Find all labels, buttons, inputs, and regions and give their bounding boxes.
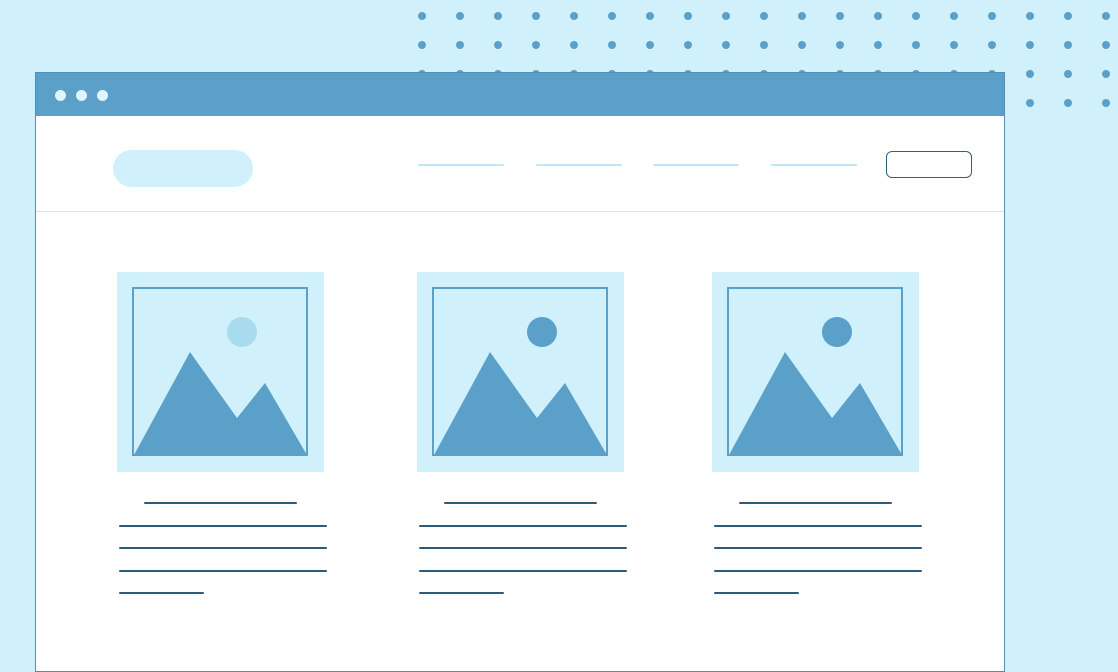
card-title[interactable]: [144, 502, 297, 504]
card-text-line: [119, 547, 327, 549]
card-text-line: [714, 592, 799, 594]
image-placeholder-icon: [417, 272, 624, 472]
card-text-line: [419, 592, 504, 594]
nav-link-1[interactable]: [418, 164, 504, 166]
nav-link-4[interactable]: [771, 164, 857, 166]
window-titlebar: [36, 73, 1004, 116]
header-action-button[interactable]: [886, 151, 972, 178]
window-close-button[interactable]: [55, 90, 66, 101]
image-placeholder-icon: [117, 272, 324, 472]
card-text-line: [119, 570, 327, 572]
card-text-line: [419, 525, 627, 527]
image-placeholder-icon: [712, 272, 919, 472]
card-text-line: [419, 547, 627, 549]
logo-placeholder[interactable]: [113, 150, 253, 187]
card-text-line: [119, 592, 204, 594]
card-title[interactable]: [444, 502, 597, 504]
window-maximize-button[interactable]: [97, 90, 108, 101]
card-text-line: [714, 547, 922, 549]
browser-window: [35, 72, 1005, 672]
nav-link-3[interactable]: [653, 164, 739, 166]
card-text-line: [714, 570, 922, 572]
window-minimize-button[interactable]: [76, 90, 87, 101]
card-text-line: [419, 570, 627, 572]
nav-link-2[interactable]: [536, 164, 622, 166]
card-text-line: [714, 525, 922, 527]
card-text-line: [119, 525, 327, 527]
site-header: [36, 116, 1004, 212]
card-title[interactable]: [739, 502, 892, 504]
